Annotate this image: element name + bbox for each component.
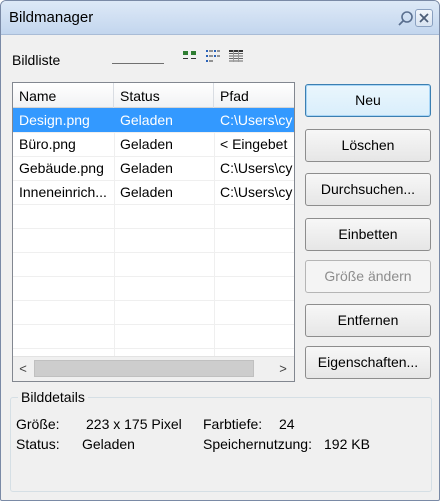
browse-button[interactable]: Durchsuchen... — [305, 173, 431, 206]
close-icon[interactable] — [415, 9, 433, 27]
status-value: Geladen — [82, 436, 135, 452]
cell-path: < Eingebet — [220, 136, 288, 152]
pin-icon[interactable] — [398, 10, 414, 26]
status-label: Status: — [16, 436, 60, 452]
cell-path: C:\Users\cy — [220, 160, 293, 176]
grid-line — [13, 276, 294, 277]
remove-button[interactable]: Entfernen — [305, 304, 431, 337]
cell-name: Büro.png — [19, 136, 76, 152]
properties-button[interactable]: Eigenschaften... — [305, 346, 431, 379]
window-title: Bildmanager — [9, 9, 94, 26]
cell-name: Inneneinrich... — [19, 184, 107, 200]
cell-status: Geladen — [120, 136, 173, 152]
memory-usage-label: Speichernutzung: — [203, 436, 312, 452]
large-icons-view-icon[interactable] — [182, 49, 198, 63]
bildmanager-window: Bildmanager Bildliste Name Status Pfad D… — [0, 0, 440, 501]
color-depth-label: Farbtiefe: — [203, 416, 263, 432]
memory-usage-value: 192 KB — [324, 436, 370, 452]
new-button[interactable]: Neu — [305, 84, 431, 117]
scroll-right-icon[interactable]: > — [273, 357, 293, 381]
cell-path: C:\Users\cy — [220, 112, 293, 128]
delete-button[interactable]: Löschen — [305, 129, 431, 162]
column-header-name[interactable]: Name — [13, 83, 114, 108]
scroll-left-icon[interactable]: < — [13, 357, 33, 381]
embed-button[interactable]: Einbetten — [305, 218, 431, 251]
list-row[interactable]: Design.png Geladen C:\Users\cy — [13, 108, 294, 132]
size-label: Größe: — [16, 416, 60, 432]
details-view-icon[interactable] — [228, 49, 244, 63]
grid-line — [13, 204, 294, 205]
grid-line — [13, 252, 294, 253]
image-list-label: Bildliste — [12, 52, 61, 68]
column-header-path[interactable]: Pfad — [214, 83, 294, 108]
resize-button[interactable]: Größe ändern — [305, 260, 431, 293]
window-client: Bildliste Name Status Pfad Design.png Ge… — [2, 36, 438, 500]
cell-status: Geladen — [120, 112, 173, 128]
cell-status: Geladen — [120, 184, 173, 200]
list-view-icon[interactable] — [205, 49, 221, 63]
list-row[interactable]: Büro.png Geladen < Eingebet — [13, 132, 294, 156]
label-divider — [112, 63, 164, 64]
grid-line — [13, 300, 294, 301]
title-bar[interactable]: Bildmanager — [1, 1, 439, 35]
list-header: Name Status Pfad — [13, 83, 294, 108]
image-details-title: Bilddetails — [18, 389, 88, 405]
scrollbar-thumb[interactable] — [34, 360, 254, 377]
size-value: 223 x 175 Pixel — [86, 416, 182, 432]
image-list-view[interactable]: Name Status Pfad Design.png Geladen C:\U… — [12, 82, 295, 382]
list-row[interactable]: Inneneinrich... Geladen C:\Users\cy — [13, 180, 294, 204]
grid-line — [13, 228, 294, 229]
color-depth-value: 24 — [279, 416, 295, 432]
grid-line — [13, 348, 294, 349]
cell-name: Gebäude.png — [19, 160, 104, 176]
cell-path: C:\Users\cy — [220, 184, 293, 200]
list-body: Design.png Geladen C:\Users\cy Büro.png … — [13, 108, 294, 356]
column-header-status[interactable]: Status — [114, 83, 214, 108]
cell-name: Design.png — [19, 112, 90, 128]
list-row[interactable]: Gebäude.png Geladen C:\Users\cy — [13, 156, 294, 180]
cell-status: Geladen — [120, 160, 173, 176]
grid-line — [13, 324, 294, 325]
horizontal-scrollbar[interactable]: < > — [13, 356, 294, 381]
